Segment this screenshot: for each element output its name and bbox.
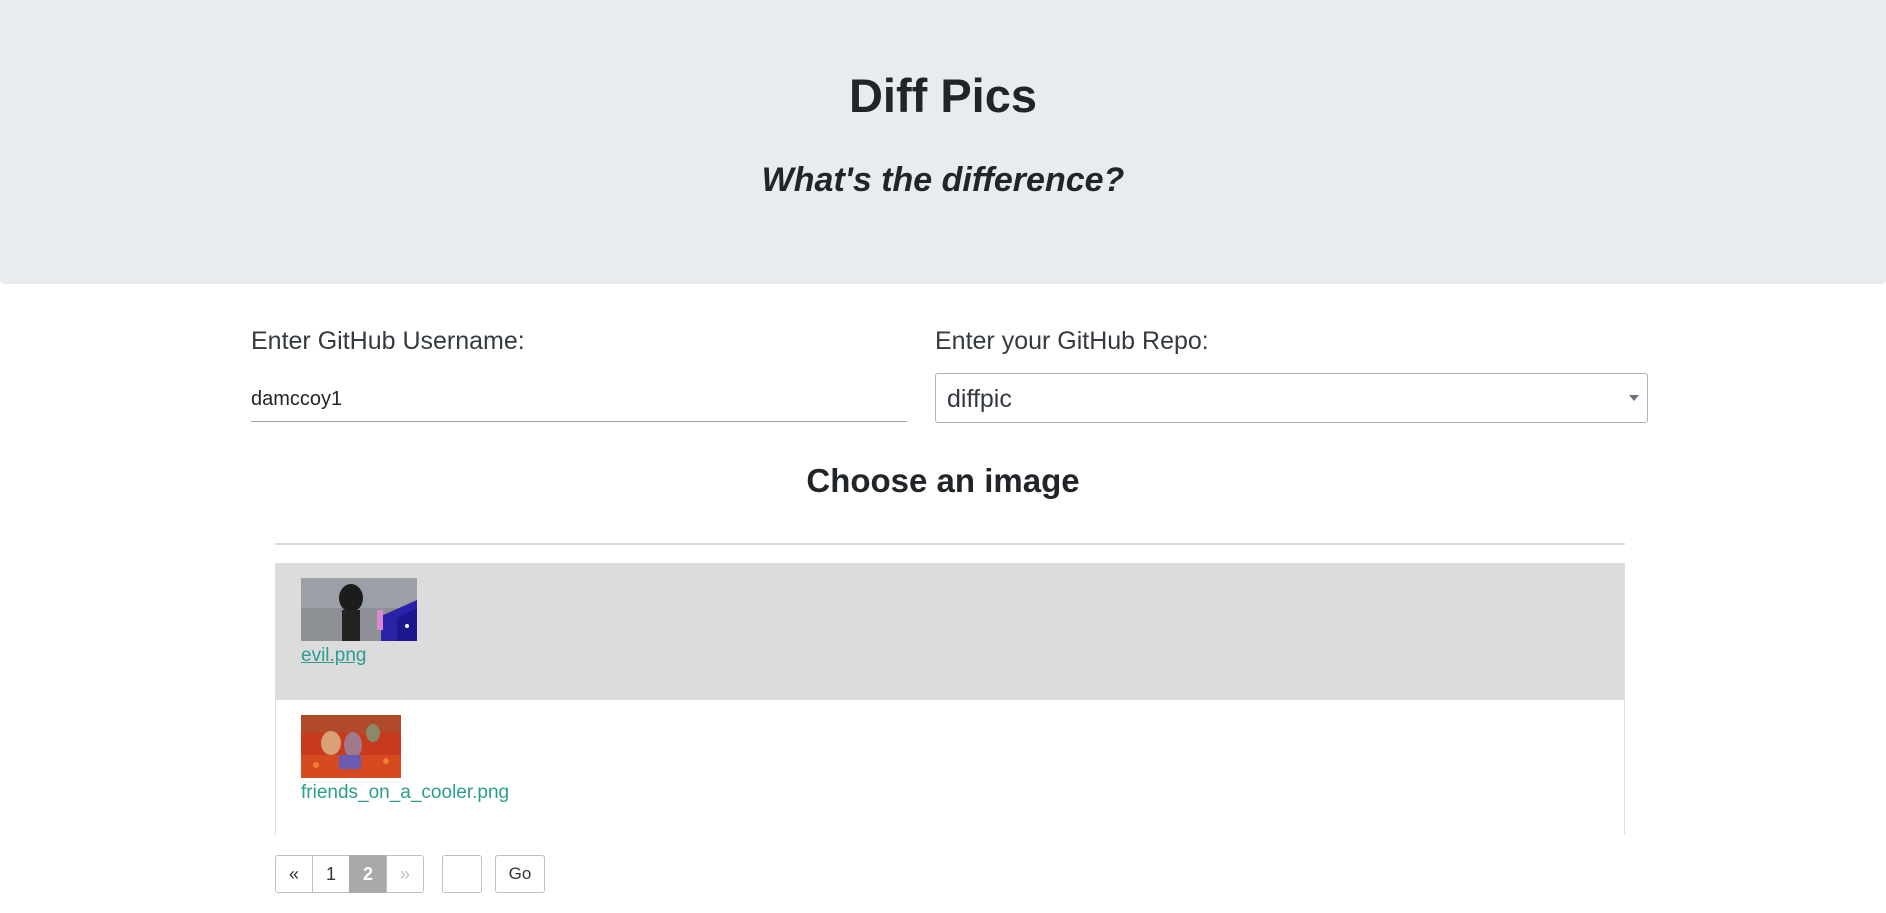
image-list: evil.png friends_on_a_cooler.png bbox=[275, 563, 1625, 837]
pagination: « 1 2 » bbox=[275, 855, 424, 893]
prev-page-button[interactable]: « bbox=[275, 855, 313, 893]
page-button-1[interactable]: 1 bbox=[312, 855, 350, 893]
page-jump-input[interactable] bbox=[442, 855, 482, 893]
chevron-down-icon bbox=[1629, 395, 1639, 401]
page-subtitle: What's the difference? bbox=[761, 161, 1125, 199]
go-button[interactable]: Go bbox=[495, 855, 545, 893]
list-item[interactable]: friends_on_a_cooler.png bbox=[276, 701, 1624, 837]
username-label: Enter GitHub Username: bbox=[251, 327, 525, 355]
image-thumbnail-icon[interactable] bbox=[301, 715, 401, 778]
file-link[interactable]: evil.png bbox=[301, 645, 367, 667]
username-input[interactable] bbox=[251, 378, 907, 422]
file-link[interactable]: friends_on_a_cooler.png bbox=[301, 782, 509, 804]
header-banner: Diff Pics What's the difference? bbox=[0, 0, 1886, 284]
page-title: Diff Pics bbox=[848, 69, 1038, 122]
list-item[interactable]: evil.png bbox=[276, 564, 1624, 700]
choose-image-heading: Choose an image bbox=[806, 462, 1080, 499]
repo-select[interactable]: diffpic bbox=[935, 373, 1648, 423]
repo-label: Enter your GitHub Repo: bbox=[935, 327, 1209, 355]
repo-select-value: diffpic bbox=[947, 385, 1012, 413]
divider bbox=[275, 543, 1625, 545]
next-page-button[interactable]: » bbox=[386, 855, 424, 893]
page-button-2[interactable]: 2 bbox=[349, 855, 387, 893]
image-thumbnail-icon[interactable] bbox=[301, 578, 417, 641]
